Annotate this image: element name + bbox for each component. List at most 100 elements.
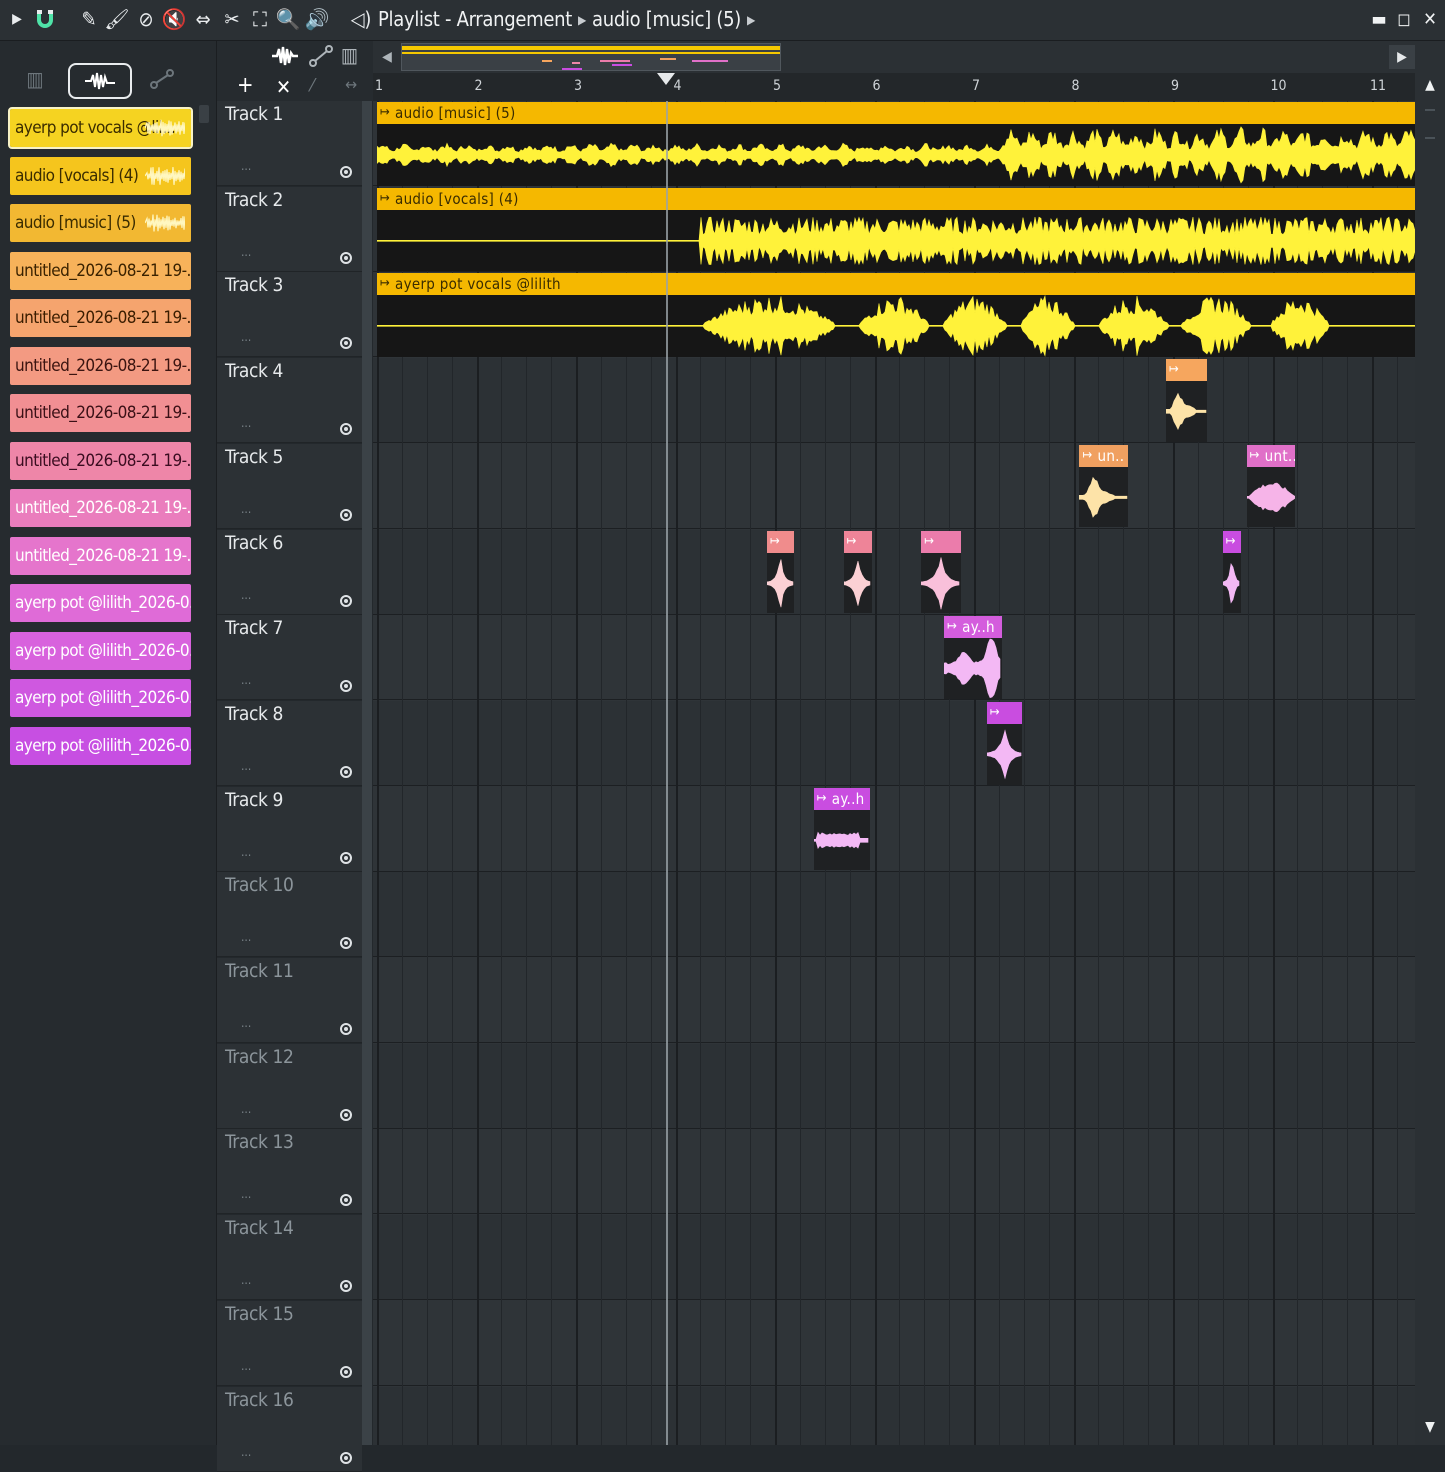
- magnet-snap-icon[interactable]: [32, 6, 58, 32]
- slip-tool-icon[interactable]: ⇔: [190, 6, 216, 32]
- track-name[interactable]: Track 11: [225, 960, 294, 982]
- track-lane[interactable]: [373, 872, 1415, 958]
- track-mute-toggle-icon[interactable]: [340, 851, 352, 864]
- audio-clip[interactable]: [986, 701, 1022, 785]
- track-name[interactable]: Track 13: [225, 1131, 294, 1153]
- track-header[interactable]: Track 11...: [217, 958, 362, 1043]
- zoom-tool-icon[interactable]: 🔍: [275, 6, 301, 32]
- mute-tool-icon[interactable]: 🔇: [161, 6, 187, 32]
- track-lane[interactable]: [373, 958, 1415, 1043]
- track-name[interactable]: Track 5: [225, 446, 283, 468]
- track-name[interactable]: Track 9: [225, 789, 283, 811]
- track-header[interactable]: Track 16...: [217, 1386, 362, 1472]
- piano-icon[interactable]: ▥: [341, 43, 358, 67]
- track-name[interactable]: Track 1: [225, 103, 283, 125]
- audio-clip[interactable]: [921, 530, 962, 614]
- track-mute-toggle-icon[interactable]: [340, 1194, 352, 1207]
- pencil-tool-icon[interactable]: ✎: [76, 6, 102, 32]
- track-lane[interactable]: [373, 529, 1415, 615]
- clip-title[interactable]: [843, 530, 872, 553]
- track-mute-toggle-icon[interactable]: [340, 1451, 352, 1464]
- clip-title[interactable]: ay..h: [813, 787, 870, 810]
- track-mute-toggle-icon[interactable]: [340, 1108, 352, 1121]
- time-ruler[interactable]: 1 2 3 4 5 6 7 8 9 10 11: [373, 73, 1415, 101]
- clip-title[interactable]: [921, 530, 962, 553]
- vertical-scrollbar[interactable]: ▲ ▼: [1415, 73, 1445, 1445]
- clip-list-item[interactable]: audio [vocals] (4): [10, 156, 191, 195]
- track-header[interactable]: Track 15...: [217, 1300, 362, 1386]
- track-options[interactable]: ...: [241, 1102, 251, 1116]
- delete-tool-icon[interactable]: ⊘: [133, 6, 159, 32]
- clip-list-item[interactable]: ayerp pot vocals @lil...: [8, 107, 193, 149]
- track-name[interactable]: Track 16: [225, 1389, 294, 1411]
- clip-title[interactable]: unt..: [1246, 444, 1296, 467]
- track-header[interactable]: Track 4...: [217, 358, 362, 444]
- track-options[interactable]: ...: [241, 1273, 251, 1287]
- track-lane[interactable]: [373, 1129, 1415, 1215]
- arrangement-grid[interactable]: audio [music] (5) audio [vocals] (4) ayerp…: [373, 101, 1415, 1445]
- clip-list-item[interactable]: ayerp pot @lilith_2026-0...: [10, 631, 191, 670]
- automation-icon[interactable]: [145, 63, 179, 95]
- track-options[interactable]: ...: [241, 159, 251, 173]
- remove-icon[interactable]: ✕: [276, 75, 291, 99]
- track-lane[interactable]: [373, 1215, 1415, 1301]
- track-name[interactable]: Track 3: [225, 274, 283, 296]
- clip-list-item[interactable]: ayerp pot @lilith_2026-0...: [10, 726, 191, 765]
- audio-clip[interactable]: [767, 530, 794, 614]
- menu-arrow-icon[interactable]: ▶: [4, 6, 30, 32]
- close-button[interactable]: ✕: [1419, 6, 1441, 32]
- picker-scroll-handle[interactable]: [199, 105, 209, 123]
- paint-brush-icon[interactable]: 🖌: [104, 6, 130, 32]
- maximize-button[interactable]: ◻: [1393, 6, 1415, 32]
- track-options[interactable]: ...: [241, 502, 251, 516]
- track-mute-toggle-icon[interactable]: [340, 166, 352, 178]
- track-options[interactable]: ...: [241, 1016, 251, 1030]
- track-header[interactable]: Track 6...: [217, 529, 362, 615]
- scroll-thumb[interactable]: [1425, 109, 1435, 139]
- track-header[interactable]: Track 3...: [217, 272, 362, 358]
- clip-list-item[interactable]: untitled_2026-08-21 19-...: [10, 394, 191, 432]
- track-options[interactable]: ...: [241, 245, 251, 259]
- audio-clip[interactable]: un..: [1079, 444, 1129, 528]
- audio-clip[interactable]: unt..: [1246, 444, 1296, 528]
- track-name[interactable]: Track 10: [225, 874, 294, 896]
- piano-icon[interactable]: ▥: [20, 63, 50, 95]
- audio-clip[interactable]: [1166, 359, 1207, 442]
- clip-title[interactable]: [767, 530, 794, 553]
- audio-clip[interactable]: audio [vocals] (4): [377, 187, 1415, 272]
- track-name[interactable]: Track 7: [225, 617, 283, 639]
- track-header[interactable]: Track 7...: [217, 615, 362, 701]
- clip-list-item[interactable]: untitled_2026-08-21 19-...: [10, 251, 191, 290]
- track-mute-toggle-icon[interactable]: [340, 423, 352, 436]
- playback-tool-icon[interactable]: 🔊: [304, 6, 330, 32]
- audio-clip[interactable]: ay..h: [813, 787, 870, 871]
- track-options[interactable]: ...: [241, 673, 251, 687]
- audio-clip[interactable]: ay..h: [944, 616, 1002, 699]
- track-options[interactable]: ...: [241, 1187, 251, 1201]
- track-lane[interactable]: [373, 700, 1415, 786]
- track-header[interactable]: Track 9...: [217, 786, 362, 872]
- track-name[interactable]: Track 8: [225, 703, 283, 725]
- scroll-down-icon[interactable]: ▼: [1421, 1419, 1439, 1439]
- scroll-right-icon[interactable]: ▶: [1389, 45, 1415, 69]
- track-header[interactable]: Track 10...: [217, 872, 362, 958]
- stretch-icon[interactable]: ↔: [345, 75, 357, 94]
- track-mute-toggle-icon[interactable]: [340, 1023, 352, 1035]
- audio-clip[interactable]: [1222, 530, 1241, 614]
- track-options[interactable]: ...: [241, 416, 251, 430]
- track-mute-toggle-icon[interactable]: [340, 1365, 352, 1378]
- track-mute-toggle-icon[interactable]: [340, 1280, 352, 1293]
- clip-list-item[interactable]: untitled_2026-08-21 19-...: [10, 346, 191, 385]
- audio-clip[interactable]: [843, 530, 872, 614]
- scroll-up-icon[interactable]: ▲: [1421, 77, 1439, 97]
- track-lane[interactable]: [373, 1043, 1415, 1129]
- track-mute-toggle-icon[interactable]: [340, 508, 352, 521]
- clip-list-item[interactable]: untitled_2026-08-21 19-...: [10, 536, 191, 575]
- track-header[interactable]: Track 5...: [217, 443, 362, 529]
- audio-wave-icon[interactable]: [68, 63, 132, 99]
- clip-title[interactable]: audio [vocals] (4): [377, 187, 1415, 210]
- clip-list-item[interactable]: ayerp pot @lilith_2026-0...: [10, 679, 191, 717]
- track-mute-toggle-icon[interactable]: [340, 680, 352, 693]
- track-mute-toggle-icon[interactable]: [340, 337, 352, 350]
- track-name[interactable]: Track 4: [225, 360, 283, 382]
